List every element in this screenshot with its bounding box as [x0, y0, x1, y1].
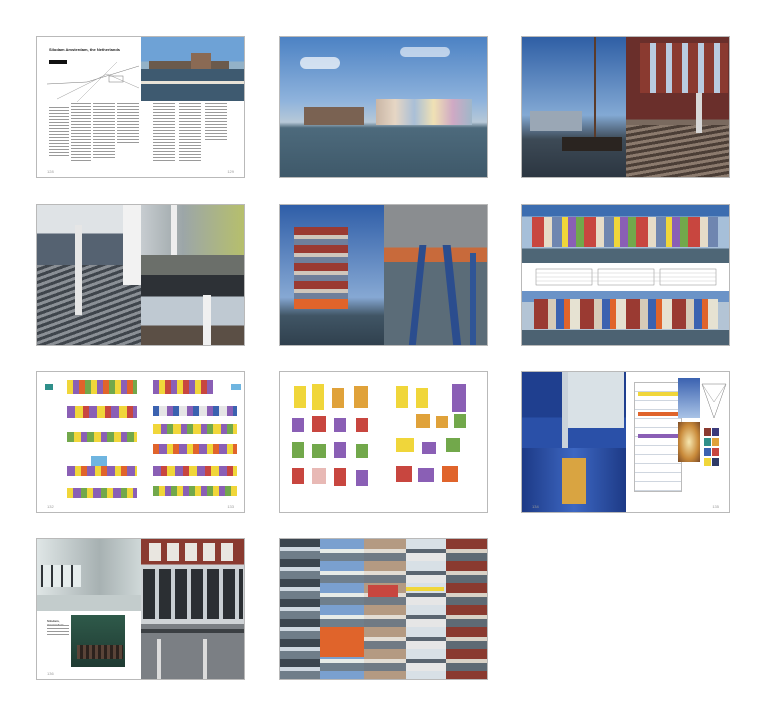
harbour-photo	[141, 37, 244, 101]
brick-facade-photo	[141, 539, 244, 679]
ship-and-building-photo	[522, 37, 626, 177]
stepped-deck-photo	[626, 37, 729, 177]
page-number-right: 129	[227, 169, 234, 174]
corridor-photo-top	[141, 205, 244, 275]
page-number-left: 136	[47, 671, 54, 676]
spread-4[interactable]	[36, 204, 245, 346]
page-number-left: 128	[47, 169, 54, 174]
silodam-waterfront-photo	[280, 37, 487, 177]
hallway-light-photo	[678, 422, 700, 462]
spread-7[interactable]: 132 133	[36, 371, 245, 513]
spread-5[interactable]	[279, 204, 488, 346]
underside-columns-photo	[384, 205, 487, 345]
page-number-left: 134	[532, 504, 539, 509]
spread-1[interactable]: Silodam Amsterdam, the Netherlands 128 1…	[36, 36, 245, 178]
unit-plans-left	[290, 384, 376, 500]
spread-3[interactable]	[521, 36, 730, 178]
full-facade-photo-bottom	[522, 291, 729, 345]
green-stair-photo	[71, 615, 125, 667]
page-number-right: 133	[227, 504, 234, 509]
spread-11[interactable]	[279, 538, 488, 680]
text-column	[179, 103, 201, 163]
spread-10[interactable]: Silodam, Amsterdam 136	[36, 538, 245, 680]
spread-2[interactable]	[279, 36, 488, 178]
text-column	[93, 103, 115, 159]
gallery-stairs-photo	[37, 205, 141, 345]
spread-9[interactable]: 134 135	[521, 371, 730, 513]
elevation-drawings	[534, 267, 720, 287]
facade-collage-photo	[280, 539, 487, 679]
spread-8[interactable]	[279, 371, 488, 513]
text-column	[117, 103, 139, 143]
hallway-skylight-photo	[678, 378, 700, 418]
full-facade-photo-top	[522, 205, 729, 263]
floor-plan-left-page	[45, 380, 137, 500]
building-end-facade-photo	[280, 205, 384, 345]
text-column	[49, 107, 69, 157]
diagram-triangle	[700, 382, 728, 422]
section-diagram	[634, 382, 682, 492]
spread-title: Silodam Amsterdam, the Netherlands	[49, 47, 120, 52]
unit-plans-right	[392, 384, 478, 500]
corridor-photo-bottom	[141, 275, 244, 345]
spread-6[interactable]	[521, 204, 730, 346]
site-plan-drawing	[47, 60, 139, 103]
blue-gallery-photo-top	[522, 372, 626, 448]
page-number-right: 135	[712, 504, 719, 509]
page-number-left: 132	[47, 504, 54, 509]
text-column	[153, 103, 175, 161]
site-plan	[47, 54, 139, 104]
interior-window-photo	[37, 539, 141, 611]
colour-swatches	[704, 428, 720, 476]
elevation-drawing	[535, 268, 717, 286]
text-column	[71, 103, 91, 163]
floor-plan-right-page	[149, 380, 241, 500]
triangle-diagram	[701, 383, 727, 419]
text-column	[205, 103, 227, 141]
caption-text	[47, 625, 69, 635]
